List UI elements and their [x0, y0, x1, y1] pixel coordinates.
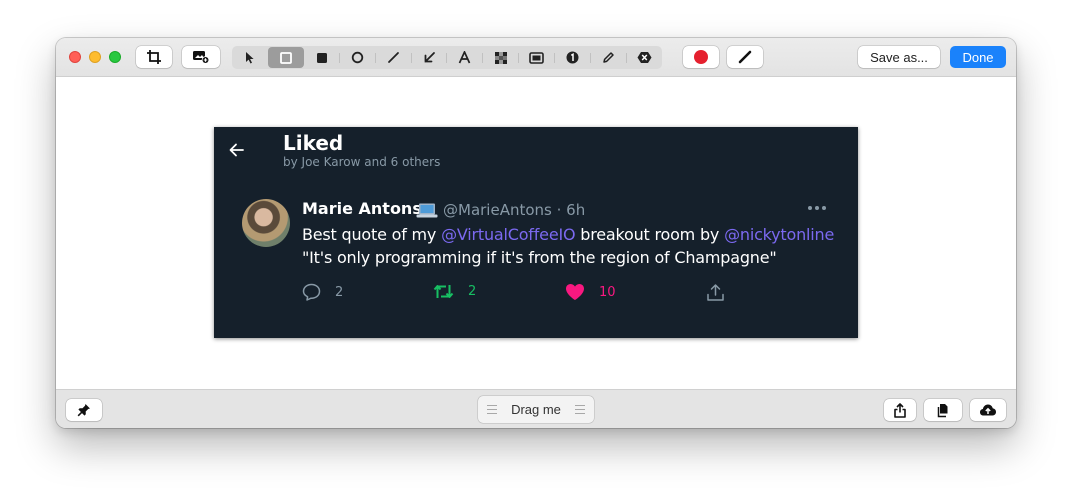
tweet-text-line2: "It's only programming if it's from the …: [302, 248, 777, 267]
text-icon: [459, 51, 471, 64]
tweet-header-subtitle: by Joe Karow and 6 others: [283, 155, 441, 169]
share-button[interactable]: [884, 399, 916, 421]
pin-button[interactable]: [66, 399, 102, 421]
tweet-text-prefix: Best quote of my: [302, 225, 442, 244]
minimize-window-button[interactable]: [89, 51, 101, 63]
reply-action: 2: [302, 283, 343, 301]
drag-label: Drag me: [511, 402, 561, 417]
editor-canvas[interactable]: Liked by Joe Karow and 6 others Marie An…: [56, 77, 1016, 389]
share-icon: [894, 402, 906, 418]
line-icon: [387, 52, 399, 63]
add-image-icon: [193, 51, 210, 64]
eraser-icon: [637, 52, 652, 63]
arrow-icon: [424, 52, 435, 63]
done-button[interactable]: Done: [950, 46, 1006, 68]
tool-highlight[interactable]: [518, 47, 555, 68]
color-swatch: [694, 50, 708, 64]
tool-pixelate[interactable]: [482, 47, 519, 68]
upload-button[interactable]: [970, 399, 1006, 421]
tool-counter[interactable]: [553, 47, 590, 68]
bottom-bar: Drag me: [56, 389, 1016, 428]
retweet-icon: [433, 285, 454, 298]
tweet-text-middle: breakout room by: [575, 225, 725, 244]
pin-icon: [77, 404, 90, 417]
circle-icon: [351, 51, 364, 64]
crop-button[interactable]: [136, 46, 172, 68]
tool-circle[interactable]: [338, 47, 375, 68]
annotation-tools: [232, 46, 662, 69]
copy-icon: [937, 403, 947, 417]
share-tweet-icon: [707, 284, 724, 301]
highlight-icon: [529, 51, 544, 64]
laptop-icon: [416, 203, 438, 218]
copy-button[interactable]: [924, 399, 962, 421]
rectangle-filled-icon: [316, 52, 327, 63]
crop-icon: [147, 50, 161, 64]
reply-icon: [302, 283, 321, 301]
tweet-header-title: Liked: [283, 131, 344, 155]
heart-icon: [566, 284, 584, 300]
like-count: 10: [599, 284, 616, 300]
like-action: 10: [565, 283, 616, 301]
pencil-icon: [602, 52, 614, 63]
mention-virtualcoffee: @VirtualCoffeeIO: [441, 225, 576, 244]
color-picker-button[interactable]: [683, 46, 719, 68]
counter-icon: [566, 51, 579, 64]
grip-right-icon: [574, 405, 585, 414]
close-window-button[interactable]: [69, 51, 81, 63]
tool-arrow[interactable]: [410, 47, 447, 68]
toolbar: Save as... Done: [56, 38, 1016, 77]
pixelate-icon: [494, 51, 507, 64]
brush-stroke-icon: [738, 50, 752, 64]
retweet-action: 2: [433, 283, 476, 300]
grip-left-icon: [487, 405, 497, 414]
screenshot-editor-window: Save as... Done Liked by Joe Karow and 6…: [56, 38, 1016, 428]
back-arrow-icon: [229, 143, 244, 157]
stroke-width-button[interactable]: [727, 46, 763, 68]
save-as-button[interactable]: Save as...: [858, 46, 940, 68]
retweet-count: 2: [468, 284, 477, 299]
author-name: Marie Antons: [302, 199, 422, 218]
share-tweet-action: [706, 283, 725, 302]
tool-eraser[interactable]: [625, 47, 662, 68]
rectangle-outline-icon: [279, 51, 292, 64]
reply-count: 2: [335, 284, 344, 300]
tweet-text-line1: Best quote of my @VirtualCoffeeIO breako…: [302, 225, 834, 244]
arrow-pointer-icon: [245, 52, 254, 64]
tool-line[interactable]: [374, 47, 411, 68]
avatar: [242, 199, 290, 247]
tool-text[interactable]: [446, 47, 483, 68]
drag-handle[interactable]: Drag me: [478, 396, 594, 423]
add-image-button[interactable]: [182, 46, 220, 68]
tweet-screenshot: Liked by Joe Karow and 6 others Marie An…: [214, 127, 858, 338]
author-handle-time: @MarieAntons · 6h: [443, 201, 586, 219]
tool-filled-rectangle[interactable]: [304, 47, 340, 68]
mention-nickytonline: @nickytonline: [724, 225, 835, 244]
zoom-window-button[interactable]: [109, 51, 121, 63]
tool-rectangle[interactable]: [267, 47, 304, 68]
tool-select[interactable]: [232, 47, 268, 68]
more-options-icon: [808, 206, 826, 210]
cloud-upload-icon: [980, 404, 996, 416]
tool-pencil[interactable]: [589, 47, 626, 68]
